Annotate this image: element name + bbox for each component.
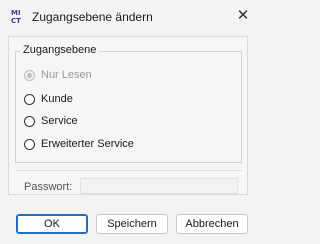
radio-extended-service[interactable]: Erweiterter Service xyxy=(24,137,134,151)
radio-customer[interactable]: Kunde xyxy=(24,92,73,106)
radio-service-label[interactable]: Service xyxy=(41,115,78,127)
radio-read-only-label: Nur Lesen xyxy=(41,69,92,81)
radio-customer-button[interactable] xyxy=(24,93,35,105)
radio-read-only-button xyxy=(24,69,35,81)
app-logo-icon: MI CT xyxy=(11,9,21,25)
radio-service[interactable]: Service xyxy=(24,114,78,128)
save-button[interactable]: Speichern xyxy=(96,214,168,234)
ok-button[interactable]: OK xyxy=(16,214,88,234)
divider xyxy=(16,170,242,171)
window-title: Zugangsebene ändern xyxy=(32,10,153,24)
radio-extended-service-label[interactable]: Erweiterter Service xyxy=(41,138,134,150)
cancel-button[interactable]: Abbrechen xyxy=(176,214,248,234)
radio-customer-label[interactable]: Kunde xyxy=(41,93,73,105)
close-icon[interactable]: ✕ xyxy=(236,8,250,23)
password-label: Passwort: xyxy=(24,181,73,193)
password-field[interactable] xyxy=(80,178,238,194)
radio-service-button[interactable] xyxy=(24,115,35,127)
access-level-legend: Zugangsebene xyxy=(20,44,100,56)
radio-extended-service-button[interactable] xyxy=(24,138,35,150)
radio-read-only: Nur Lesen xyxy=(24,68,92,82)
title-bar: MI CT Zugangsebene ändern ✕ xyxy=(0,0,256,36)
